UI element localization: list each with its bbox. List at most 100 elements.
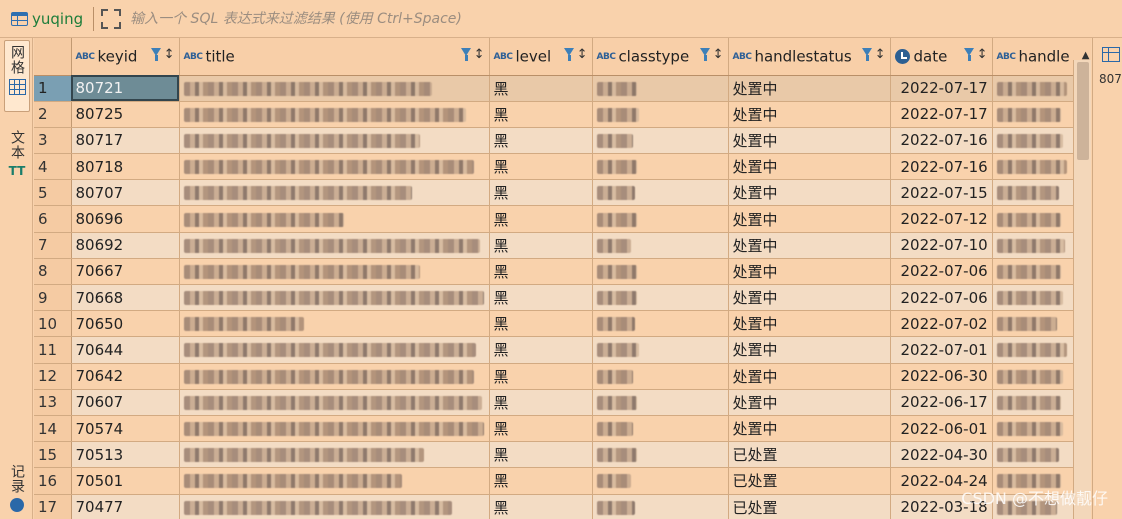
scrollbar-thumb[interactable]: [1077, 62, 1089, 160]
cell-date[interactable]: 2022-06-30: [890, 363, 993, 390]
filter-icon[interactable]: [963, 47, 975, 62]
cell-handlestatus[interactable]: 处置中: [728, 179, 891, 207]
filter-icon[interactable]: [699, 47, 711, 62]
row-number[interactable]: 2: [34, 101, 72, 128]
cell-level[interactable]: 黑: [489, 467, 593, 495]
cell-level[interactable]: 黑: [489, 284, 593, 312]
cell-title[interactable]: [179, 441, 490, 469]
table-row[interactable]: 5 80707 黑 处置中 2022-07-15: [34, 179, 1091, 207]
cell-classtype[interactable]: [592, 415, 729, 443]
row-number[interactable]: 15: [34, 441, 72, 469]
cell-title[interactable]: [179, 205, 490, 233]
column-header-level[interactable]: ABC level ↕: [489, 38, 593, 76]
cell-classtype[interactable]: [592, 467, 729, 495]
cell-level[interactable]: 黑: [489, 336, 593, 364]
cell-date[interactable]: 2022-06-01: [890, 415, 993, 443]
table-row[interactable]: 11 70644 黑 处置中 2022-07-01: [34, 336, 1091, 364]
cell-level[interactable]: 黑: [489, 441, 593, 469]
cell-handlestatus[interactable]: 处置中: [728, 336, 891, 364]
cell-handlestatus[interactable]: 处置中: [728, 101, 891, 128]
table-row[interactable]: 6 80696 黑 处置中 2022-07-12: [34, 205, 1091, 233]
row-number[interactable]: 6: [34, 205, 72, 233]
sort-icon[interactable]: ↕: [164, 47, 175, 62]
cell-keyid[interactable]: 80718: [71, 153, 180, 181]
cell-date[interactable]: 2022-07-16: [890, 153, 993, 181]
cell-title[interactable]: [179, 127, 490, 155]
table-row[interactable]: 14 70574 黑 处置中 2022-06-01: [34, 415, 1091, 443]
cell-level[interactable]: 黑: [489, 363, 593, 390]
cell-handlestatus[interactable]: 处置中: [728, 153, 891, 181]
cell-handlestatus[interactable]: 处置中: [728, 415, 891, 443]
cell-classtype[interactable]: [592, 494, 729, 519]
cell-level[interactable]: 黑: [489, 75, 593, 102]
cell-handlestatus[interactable]: 处置中: [728, 310, 891, 338]
cell-keyid[interactable]: 70644: [71, 336, 180, 364]
table-row[interactable]: 4 80718 黑 处置中 2022-07-16: [34, 153, 1091, 181]
cell-handlestatus[interactable]: 已处置: [728, 494, 891, 519]
row-number[interactable]: 16: [34, 467, 72, 495]
cell-classtype[interactable]: [592, 75, 729, 102]
cell-date[interactable]: 2022-07-15: [890, 179, 993, 207]
cell-keyid[interactable]: 70501: [71, 467, 180, 495]
row-number[interactable]: 12: [34, 363, 72, 390]
row-number[interactable]: 8: [34, 258, 72, 286]
cell-handlestatus[interactable]: 处置中: [728, 127, 891, 155]
table-row[interactable]: 8 70667 黑 处置中 2022-07-06: [34, 258, 1091, 286]
cell-date[interactable]: 2022-07-12: [890, 205, 993, 233]
cell-title[interactable]: [179, 284, 490, 312]
cell-keyid[interactable]: 80721: [71, 75, 180, 102]
cell-handlestatus[interactable]: 处置中: [728, 205, 891, 233]
sort-icon[interactable]: ↕: [713, 47, 724, 62]
table-row[interactable]: 12 70642 黑 处置中 2022-06-30: [34, 363, 1091, 390]
cell-date[interactable]: 2022-07-02: [890, 310, 993, 338]
cell-classtype[interactable]: [592, 310, 729, 338]
cell-handlestatus[interactable]: 已处置: [728, 441, 891, 469]
cell-classtype[interactable]: [592, 258, 729, 286]
table-row[interactable]: 3 80717 黑 处置中 2022-07-16: [34, 127, 1091, 155]
cell-keyid[interactable]: 70650: [71, 310, 180, 338]
table-row[interactable]: 16 70501 黑已处置 2022-04-24: [34, 467, 1091, 495]
cell-handlestatus[interactable]: 处置中: [728, 363, 891, 390]
filter-icon[interactable]: [460, 47, 472, 62]
cell-keyid[interactable]: 70574: [71, 415, 180, 443]
tab-text[interactable]: 文本 TT: [4, 130, 30, 178]
cell-classtype[interactable]: [592, 363, 729, 390]
column-header-date[interactable]: date ↕: [890, 38, 993, 76]
cell-date[interactable]: 2022-07-16: [890, 127, 993, 155]
cell-title[interactable]: [179, 363, 490, 390]
cell-keyid[interactable]: 70513: [71, 441, 180, 469]
cell-level[interactable]: 黑: [489, 415, 593, 443]
cell-title[interactable]: [179, 467, 490, 495]
row-number[interactable]: 1: [34, 75, 72, 102]
cell-level[interactable]: 黑: [489, 389, 593, 416]
cell-keyid[interactable]: 70667: [71, 258, 180, 286]
row-number[interactable]: 13: [34, 389, 72, 416]
cell-keyid[interactable]: 70607: [71, 389, 180, 416]
table-row[interactable]: 7 80692 黑 处置中 2022-07-10: [34, 232, 1091, 259]
cell-keyid[interactable]: 70477: [71, 494, 180, 519]
cell-handlestatus[interactable]: 已处置: [728, 467, 891, 495]
column-header-title[interactable]: ABC title ↕: [179, 38, 490, 76]
cell-classtype[interactable]: [592, 284, 729, 312]
sort-icon[interactable]: ↕: [474, 47, 485, 62]
cell-title[interactable]: [179, 310, 490, 338]
cell-level[interactable]: 黑: [489, 232, 593, 259]
table-row[interactable]: 9 70668 黑 处置中 2022-07-06: [34, 284, 1091, 312]
row-number[interactable]: 10: [34, 310, 72, 338]
cell-title[interactable]: [179, 75, 490, 102]
cell-date[interactable]: 2022-07-17: [890, 75, 993, 102]
cell-date[interactable]: 2022-07-17: [890, 101, 993, 128]
cell-title[interactable]: [179, 389, 490, 416]
cell-classtype[interactable]: [592, 441, 729, 469]
row-number[interactable]: 3: [34, 127, 72, 155]
cell-classtype[interactable]: [592, 153, 729, 181]
cell-title[interactable]: [179, 153, 490, 181]
table-row[interactable]: 2 80725 黑 处置中 2022-07-17: [34, 101, 1091, 128]
cell-title[interactable]: [179, 101, 490, 128]
filter-icon[interactable]: [150, 47, 162, 62]
panel-table-icon[interactable]: [1102, 47, 1120, 62]
table-row[interactable]: 13 70607 黑 处置中 2022-06-17: [34, 389, 1091, 416]
cell-level[interactable]: 黑: [489, 179, 593, 207]
sort-icon[interactable]: ↕: [577, 47, 588, 62]
cell-keyid[interactable]: 80692: [71, 232, 180, 259]
